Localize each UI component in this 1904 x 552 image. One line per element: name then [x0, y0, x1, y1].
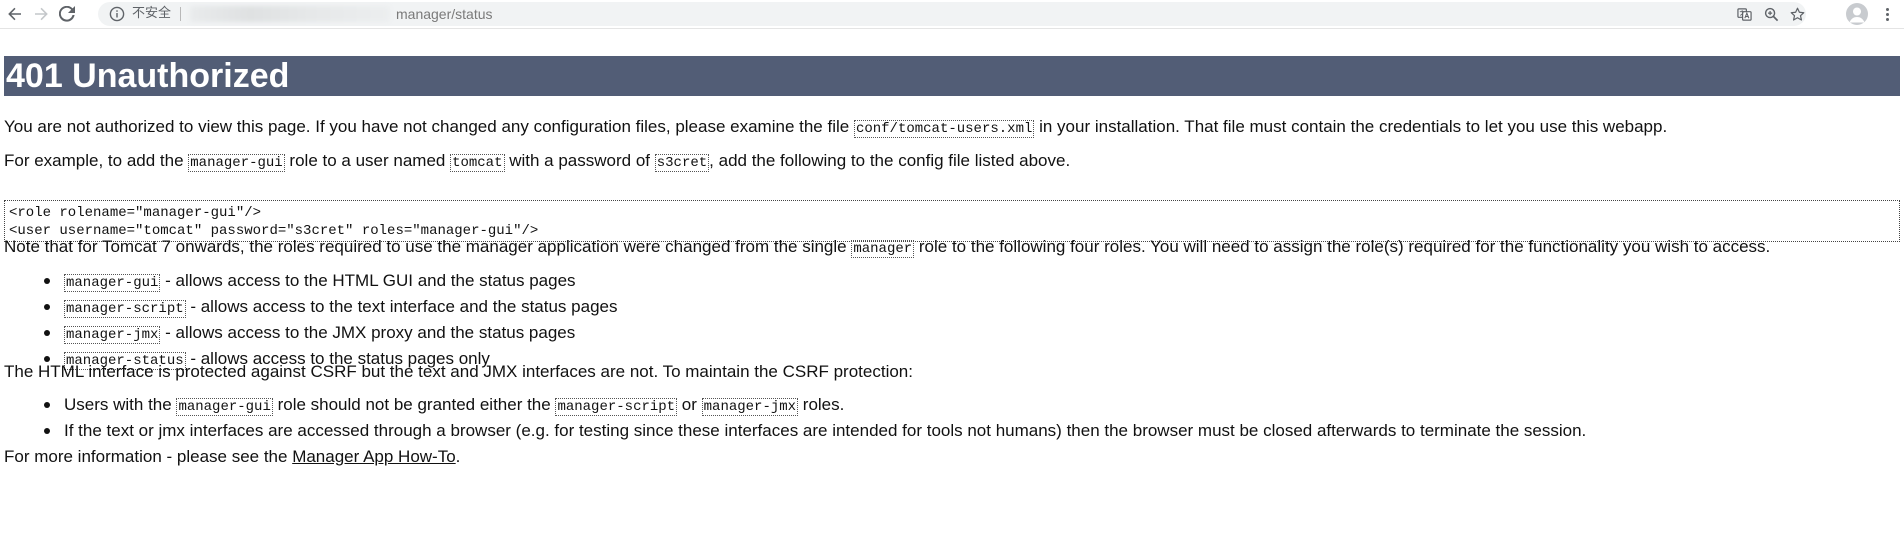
- csrf-text-2: role should not be granted either the: [272, 395, 556, 414]
- roles-list: manager-gui - allows access to the HTML …: [43, 269, 618, 373]
- reload-icon: [59, 6, 75, 22]
- info-icon[interactable]: [109, 6, 125, 22]
- role-description: - allows access to the HTML GUI and the …: [160, 271, 576, 290]
- example-text-3: with a password of: [504, 151, 655, 170]
- insecure-label[interactable]: 不安全: [132, 7, 171, 21]
- more-info-paragraph: For more information - please see the Ma…: [4, 447, 460, 467]
- address-bar[interactable]: 不安全 manager/status: [98, 2, 1806, 26]
- arrow-right-icon: [35, 7, 48, 21]
- role-code: manager-gui: [188, 154, 285, 172]
- browser-toolbar: 不安全 manager/status: [0, 0, 1904, 29]
- role-name-code: manager-jmx: [701, 398, 799, 416]
- csrf-text-3: or: [677, 395, 702, 414]
- forward-button[interactable]: [30, 3, 52, 25]
- csrf-text-4: roles.: [798, 395, 845, 414]
- star-icon: [1790, 7, 1804, 21]
- list-item: manager-script - allows access to the te…: [43, 295, 618, 321]
- password-code: s3cret: [654, 154, 710, 172]
- zoom-icon: [1764, 7, 1778, 21]
- page-title: 401 Unauthorized: [4, 56, 1900, 96]
- list-item: manager-jmx - allows access to the JMX p…: [43, 321, 617, 347]
- role-name-code: manager-gui: [176, 398, 273, 416]
- config-line: <role rolename="manager-gui"/>: [9, 205, 262, 221]
- note-text-2: role to the following four roles. You wi…: [914, 237, 1771, 256]
- manager-howto-link[interactable]: Manager App How-To: [292, 447, 455, 466]
- arrow-left-icon: [8, 7, 21, 21]
- config-file-code: conf/tomcat-users.xml: [853, 120, 1035, 138]
- translate-button[interactable]: [1735, 5, 1753, 23]
- csrf-list: Users with the manager-gui role should n…: [43, 393, 1587, 442]
- manager-role-code: manager: [851, 240, 915, 258]
- role-name-code: manager-script: [555, 398, 678, 416]
- note-paragraph: Note that for Tomcat 7 onwards, the role…: [4, 237, 1770, 259]
- role-description: - allows access to the JMX proxy and the…: [160, 323, 576, 342]
- role-name-code: manager-jmx: [64, 326, 161, 344]
- more-info-text: For more information - please see the: [4, 447, 293, 466]
- role-name-code: manager-gui: [64, 274, 161, 292]
- list-item: manager-gui - allows access to the HTML …: [43, 269, 617, 295]
- list-item: Users with the manager-gui role should n…: [43, 393, 1586, 419]
- back-button[interactable]: [4, 3, 26, 25]
- list-item: If the text or jmx interfaces are access…: [43, 421, 1587, 440]
- config-snippet: <role rolename="manager-gui"/> <user use…: [4, 200, 1900, 242]
- intro-text-1: You are not authorized to view this page…: [4, 117, 854, 136]
- translate-icon: [1736, 7, 1752, 21]
- bookmark-button[interactable]: [1788, 5, 1806, 23]
- example-paragraph: For example, to add the manager-gui role…: [4, 151, 1070, 173]
- intro-paragraph: You are not authorized to view this page…: [4, 117, 1667, 139]
- example-text-2: role to a user named: [284, 151, 451, 170]
- note-text-1: Note that for Tomcat 7 onwards, the role…: [4, 237, 852, 256]
- url-text[interactable]: manager/status: [396, 7, 493, 21]
- profile-avatar-icon[interactable]: [1846, 3, 1868, 25]
- csrf-paragraph: The HTML interface is protected against …: [4, 362, 913, 381]
- role-description: - allows access to the text interface an…: [185, 297, 618, 316]
- menu-dots-icon[interactable]: [1878, 3, 1896, 25]
- zoom-button[interactable]: [1762, 5, 1780, 23]
- example-text-4: , add the following to the config file l…: [709, 151, 1071, 170]
- role-name-code: manager-script: [64, 300, 186, 318]
- reload-button[interactable]: [56, 3, 78, 25]
- intro-text-2: in your installation. That file must con…: [1034, 117, 1668, 136]
- address-separator: [180, 7, 181, 21]
- csrf-text-1: Users with the: [64, 395, 177, 414]
- redacted-host: [190, 6, 390, 22]
- more-info-period: .: [455, 447, 461, 466]
- example-text-1: For example, to add the: [4, 151, 189, 170]
- user-code: tomcat: [450, 154, 505, 172]
